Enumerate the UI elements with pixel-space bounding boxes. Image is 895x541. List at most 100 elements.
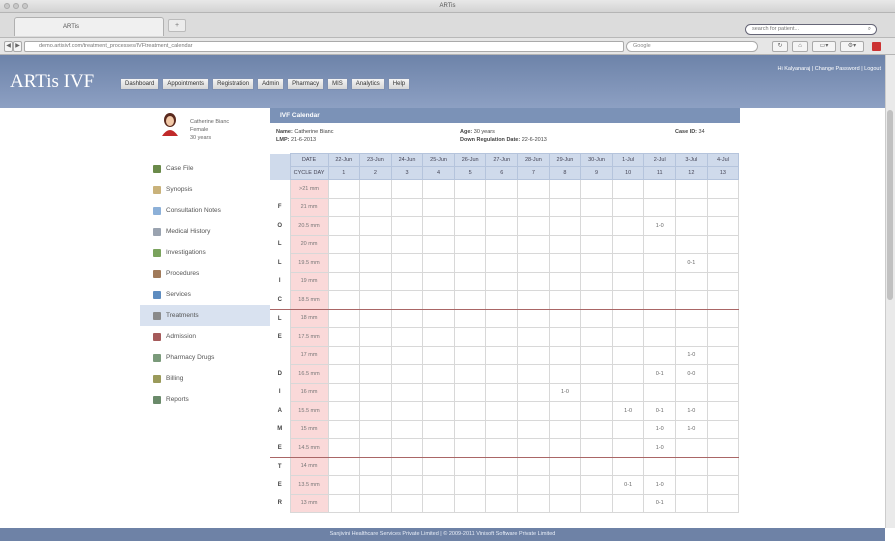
follicle-count-cell[interactable]: [517, 456, 550, 476]
follicle-count-cell[interactable]: [359, 253, 392, 273]
follicle-count-cell[interactable]: [548, 401, 582, 421]
follicle-count-cell[interactable]: [390, 345, 424, 365]
follicle-count-cell[interactable]: [422, 216, 455, 236]
follicle-count-cell[interactable]: [327, 401, 361, 421]
follicle-count-cell[interactable]: [327, 179, 361, 199]
follicle-count-cell[interactable]: [517, 364, 550, 384]
follicle-count-cell[interactable]: 1-0: [643, 216, 677, 236]
follicle-count-cell[interactable]: [706, 382, 740, 402]
follicle-count-cell[interactable]: [327, 253, 361, 273]
follicle-count-cell[interactable]: [485, 197, 519, 217]
follicle-count-cell[interactable]: [422, 234, 455, 254]
follicle-count-cell[interactable]: [580, 456, 613, 476]
follicle-count-cell[interactable]: [643, 382, 677, 402]
follicle-count-cell[interactable]: [453, 308, 487, 328]
follicle-count-cell[interactable]: [485, 327, 519, 347]
follicle-count-cell[interactable]: [422, 197, 455, 217]
follicle-count-cell[interactable]: [517, 253, 550, 273]
follicle-count-cell[interactable]: [611, 253, 645, 273]
follicle-count-cell[interactable]: [548, 290, 582, 310]
follicle-count-cell[interactable]: [548, 197, 582, 217]
follicle-count-cell[interactable]: [548, 438, 582, 458]
follicle-count-cell[interactable]: [327, 382, 361, 402]
follicle-count-cell[interactable]: [359, 308, 392, 328]
follicle-count-cell[interactable]: [611, 456, 645, 476]
sidebar-item-consultation-notes[interactable]: Consultation Notes: [140, 200, 270, 221]
sidebar-item-reports[interactable]: Reports: [140, 389, 270, 410]
follicle-count-cell[interactable]: 1-0: [675, 419, 708, 439]
sidebar-item-pharmacy-drugs[interactable]: Pharmacy Drugs: [140, 347, 270, 368]
follicle-count-cell[interactable]: [643, 271, 677, 291]
follicle-count-cell[interactable]: [359, 382, 392, 402]
follicle-count-cell[interactable]: [675, 308, 708, 328]
follicle-count-cell[interactable]: [390, 419, 424, 439]
follicle-count-cell[interactable]: [580, 475, 613, 495]
follicle-count-cell[interactable]: [580, 216, 613, 236]
follicle-count-cell[interactable]: [517, 179, 550, 199]
follicle-count-cell[interactable]: [422, 493, 455, 513]
follicle-count-cell[interactable]: [453, 345, 487, 365]
follicle-count-cell[interactable]: [327, 475, 361, 495]
follicle-count-cell[interactable]: [643, 197, 677, 217]
sidebar-item-services[interactable]: Services: [140, 284, 270, 305]
follicle-count-cell[interactable]: [643, 308, 677, 328]
follicle-count-cell[interactable]: [327, 456, 361, 476]
follicle-count-cell[interactable]: [390, 234, 424, 254]
nav-registration[interactable]: Registration: [212, 78, 255, 90]
follicle-count-cell[interactable]: [422, 364, 455, 384]
follicle-count-cell[interactable]: [485, 382, 519, 402]
follicle-count-cell[interactable]: [611, 327, 645, 347]
follicle-count-cell[interactable]: [390, 253, 424, 273]
follicle-count-cell[interactable]: [359, 179, 392, 199]
follicle-count-cell[interactable]: [580, 364, 613, 384]
follicle-count-cell[interactable]: [548, 345, 582, 365]
follicle-count-cell[interactable]: [548, 179, 582, 199]
follicle-count-cell[interactable]: [548, 364, 582, 384]
follicle-count-cell[interactable]: [517, 401, 550, 421]
follicle-count-cell[interactable]: [580, 419, 613, 439]
follicle-count-cell[interactable]: [422, 179, 455, 199]
follicle-count-cell[interactable]: [390, 475, 424, 495]
follicle-count-cell[interactable]: [485, 253, 519, 273]
follicle-count-cell[interactable]: [675, 234, 708, 254]
follicle-count-cell[interactable]: [390, 364, 424, 384]
follicle-count-cell[interactable]: [580, 253, 613, 273]
follicle-count-cell[interactable]: [675, 438, 708, 458]
nav-pharmacy[interactable]: Pharmacy: [287, 78, 325, 90]
follicle-count-cell[interactable]: [422, 271, 455, 291]
bookmarks-button[interactable]: ▭▾: [812, 41, 836, 52]
follicle-count-cell[interactable]: 1-0: [643, 419, 677, 439]
follicle-count-cell[interactable]: [327, 271, 361, 291]
nav-mis[interactable]: MIS: [327, 78, 348, 90]
follicle-count-cell[interactable]: [390, 308, 424, 328]
search-field[interactable]: Google: [626, 41, 758, 52]
follicle-count-cell[interactable]: [390, 216, 424, 236]
follicle-count-cell[interactable]: [390, 197, 424, 217]
follicle-count-cell[interactable]: [390, 382, 424, 402]
follicle-count-cell[interactable]: [706, 438, 740, 458]
sidebar-item-case-file[interactable]: Case File: [140, 158, 270, 179]
follicle-count-cell[interactable]: [327, 197, 361, 217]
follicle-count-cell[interactable]: [453, 419, 487, 439]
sidebar-item-admission[interactable]: Admission: [140, 326, 270, 347]
follicle-count-cell[interactable]: [390, 401, 424, 421]
app-logo[interactable]: ARTis IVF: [10, 71, 94, 93]
sidebar-item-synopsis[interactable]: Synopsis: [140, 179, 270, 200]
follicle-count-cell[interactable]: [706, 197, 740, 217]
follicle-count-cell[interactable]: [611, 179, 645, 199]
follicle-count-cell[interactable]: [706, 216, 740, 236]
sidebar-item-investigations[interactable]: Investigations: [140, 242, 270, 263]
follicle-count-cell[interactable]: [485, 234, 519, 254]
follicle-count-cell[interactable]: [548, 327, 582, 347]
back-button[interactable]: ◀: [4, 41, 13, 52]
patient-search-input[interactable]: search for patient... ⌕: [745, 24, 877, 35]
follicle-count-cell[interactable]: [422, 382, 455, 402]
follicle-count-cell[interactable]: 0-0: [675, 364, 708, 384]
follicle-count-cell[interactable]: [675, 493, 708, 513]
follicle-count-cell[interactable]: [359, 327, 392, 347]
follicle-count-cell[interactable]: [706, 401, 740, 421]
follicle-count-cell[interactable]: [517, 438, 550, 458]
follicle-count-cell[interactable]: [422, 401, 455, 421]
follicle-count-cell[interactable]: [706, 493, 740, 513]
follicle-count-cell[interactable]: [485, 401, 519, 421]
